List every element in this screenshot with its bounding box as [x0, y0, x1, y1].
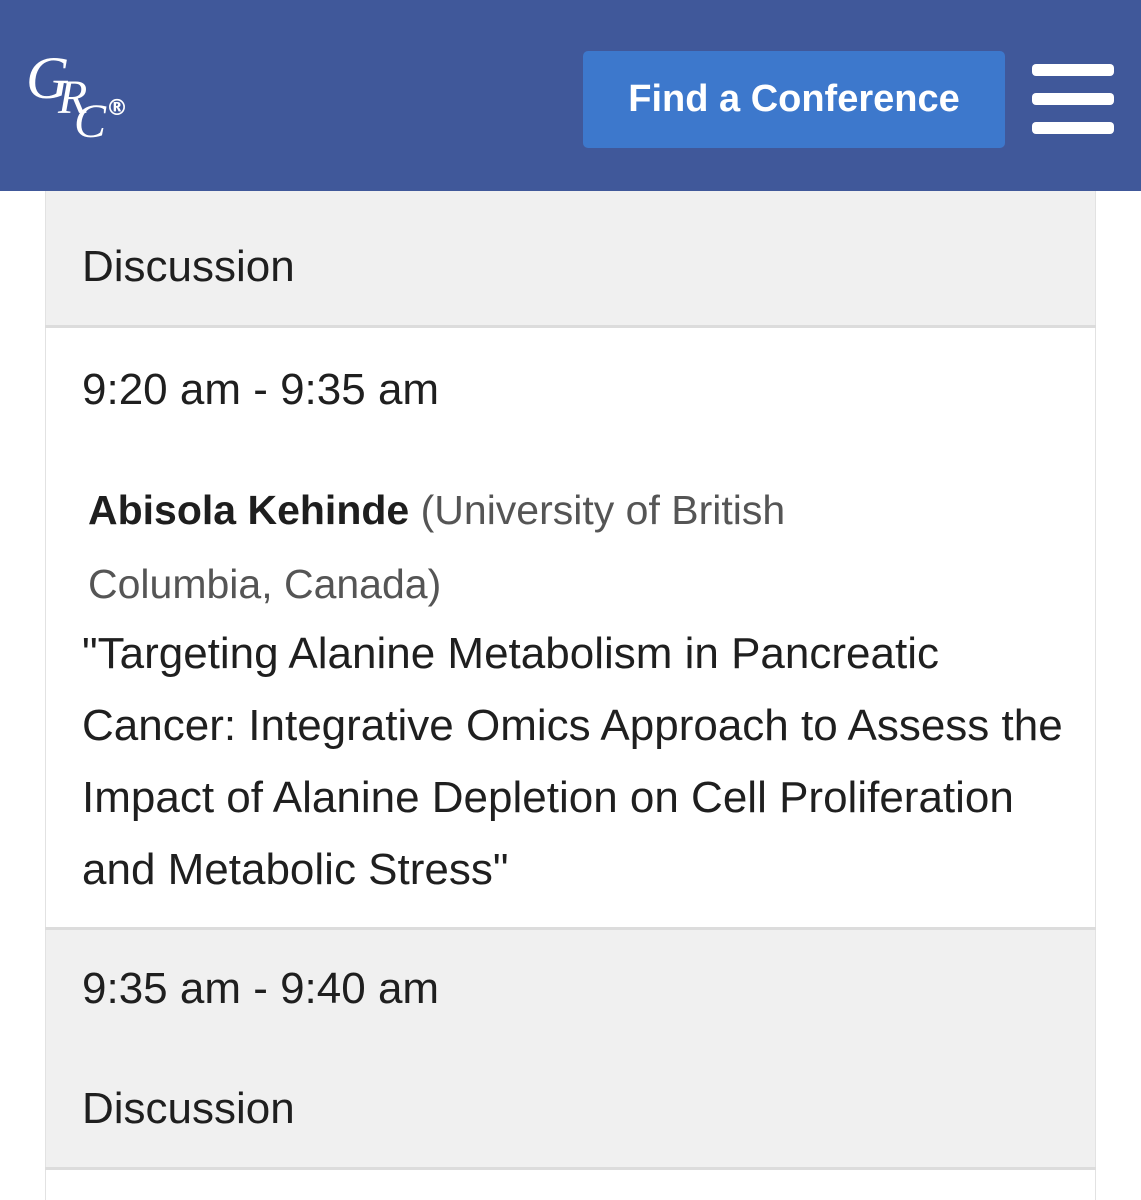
logo-letter-c: C — [74, 95, 107, 148]
item-title: Discussion — [82, 242, 295, 291]
grc-logo[interactable]: G R C ® — [24, 48, 136, 148]
item-time: 9:20 am - 9:35 am — [82, 365, 440, 414]
registered-mark: ® — [106, 96, 128, 121]
schedule-list: Discussion 9:20 am - 9:35 am Abisola Keh… — [45, 191, 1096, 1200]
menu-bar — [1032, 64, 1114, 76]
schedule-item-discussion: Discussion — [45, 191, 1096, 325]
hamburger-menu-icon[interactable] — [1032, 64, 1114, 134]
find-a-conference-button[interactable]: Find a Conference — [583, 51, 1005, 148]
schedule-item-discussion: 9:35 am - 9:40 am Discussion — [45, 930, 1096, 1167]
site-header: G R C ® Find a Conference — [0, 0, 1141, 191]
speaker-info: Abisola Kehinde (University of British C… — [88, 473, 968, 621]
menu-bar — [1032, 93, 1114, 105]
item-title: Discussion — [82, 1084, 295, 1133]
schedule-item-talk: 9:20 am - 9:35 am Abisola Kehinde (Unive… — [45, 328, 1096, 927]
speaker-name: Abisola Kehinde — [88, 487, 410, 533]
talk-title: "Targeting Alanine Metabolism in Pancrea… — [82, 629, 1063, 894]
item-time: 9:35 am - 9:40 am — [82, 964, 440, 1013]
menu-bar — [1032, 122, 1114, 134]
schedule-item-next — [45, 1170, 1096, 1200]
